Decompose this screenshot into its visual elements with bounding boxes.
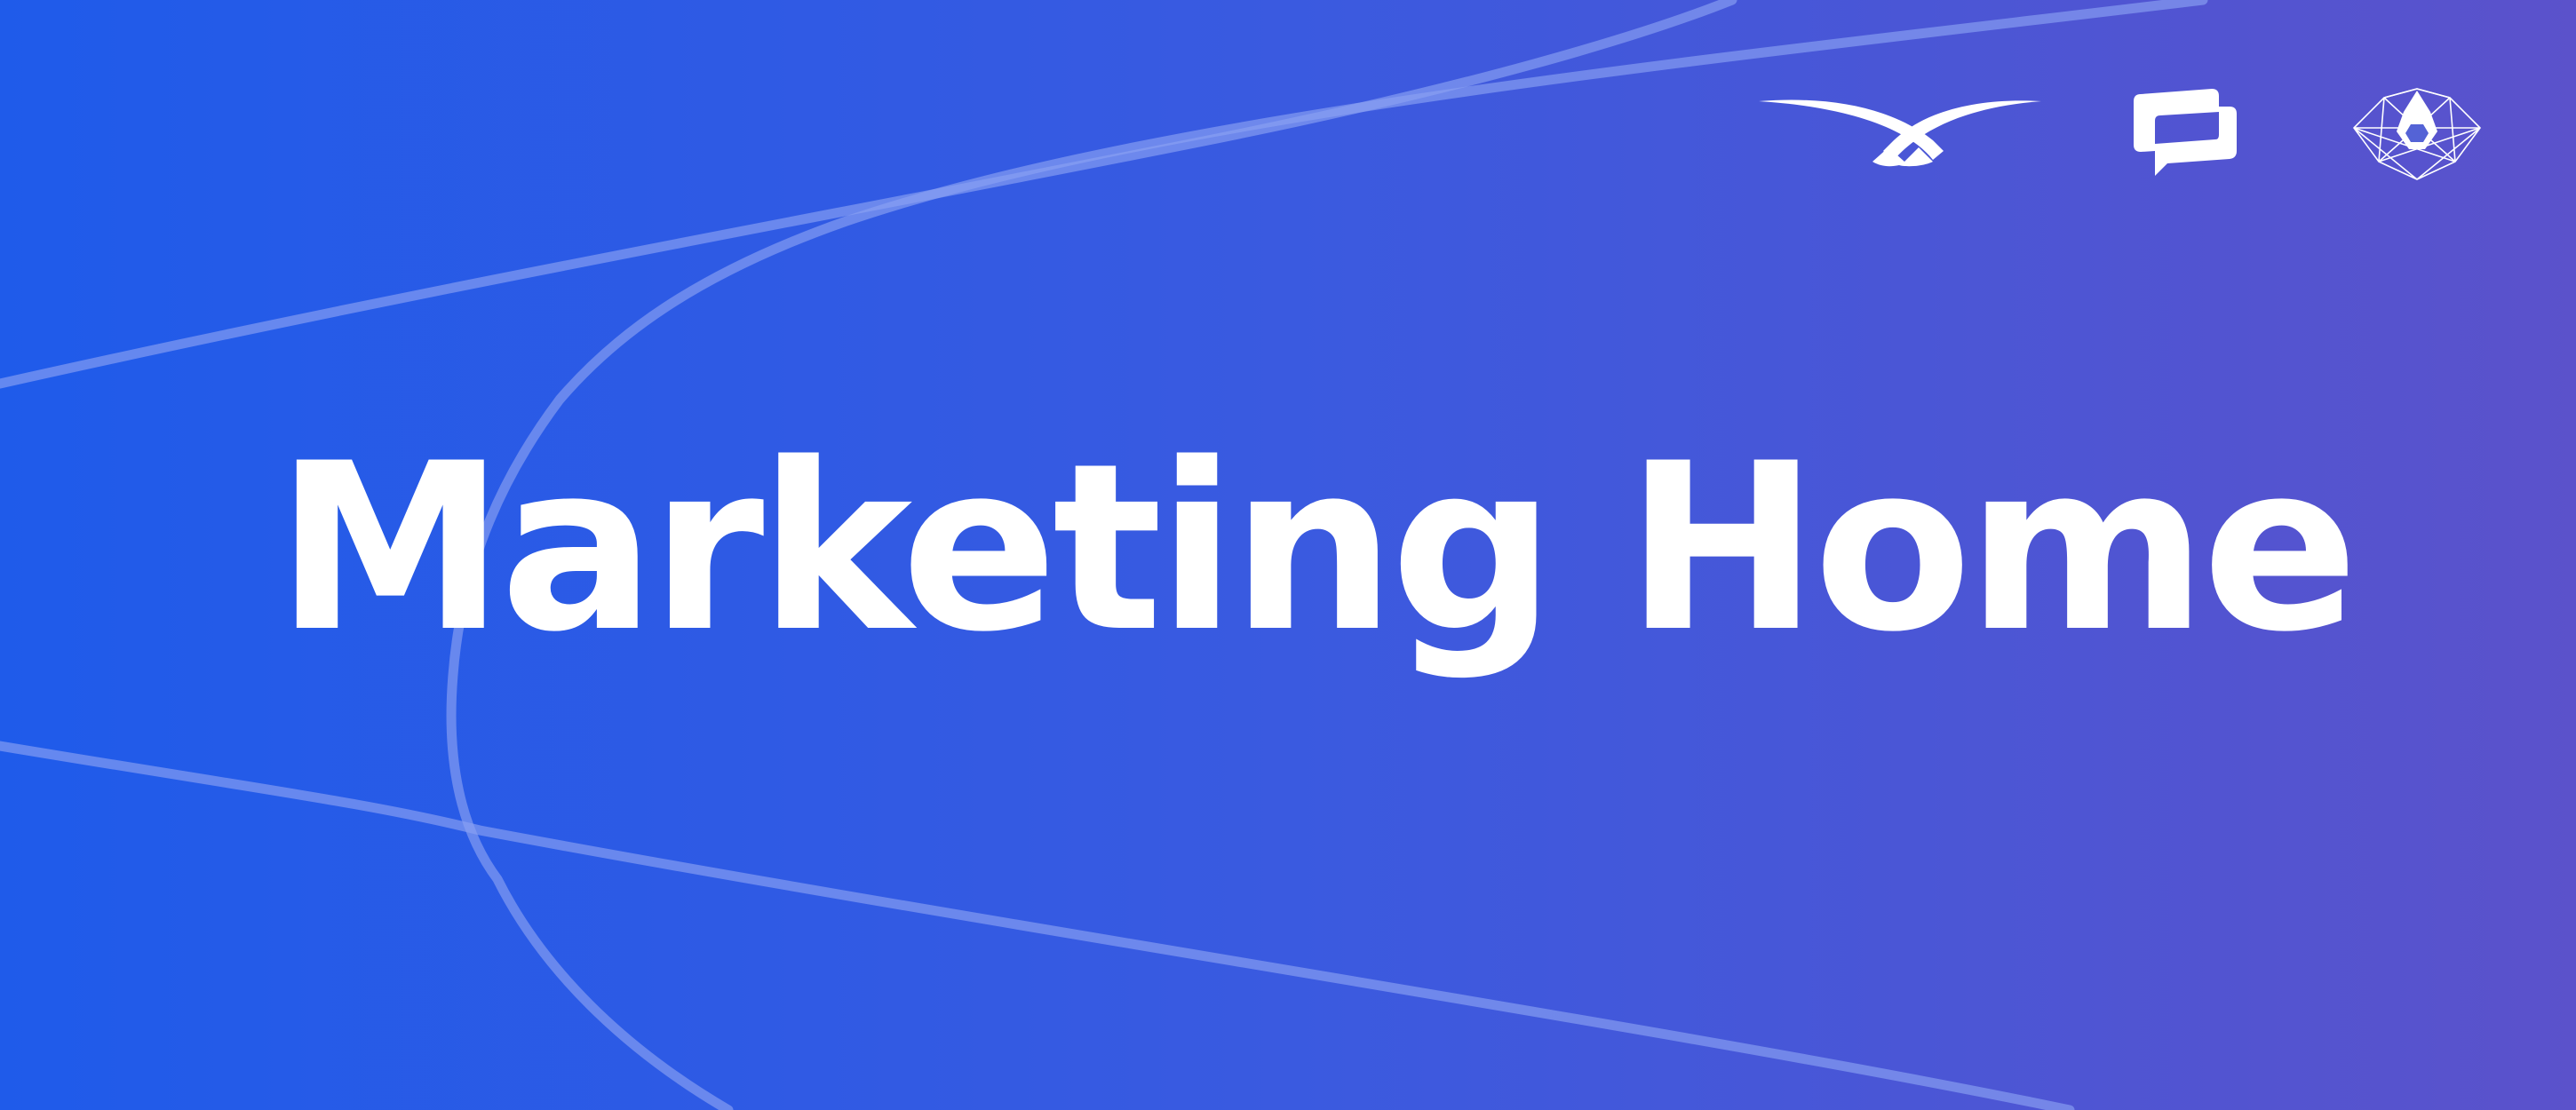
geometric-gem-logo-icon	[2350, 85, 2484, 183]
curve-top-outer	[0, 0, 1737, 389]
page-title: Marketing Home	[275, 415, 2358, 683]
wings-logo-icon	[1757, 89, 2043, 169]
marketing-banner: Marketing Home	[0, 0, 2576, 1110]
curve-bottom	[0, 741, 2075, 1110]
chat-bubble-logo-icon	[2130, 87, 2240, 181]
